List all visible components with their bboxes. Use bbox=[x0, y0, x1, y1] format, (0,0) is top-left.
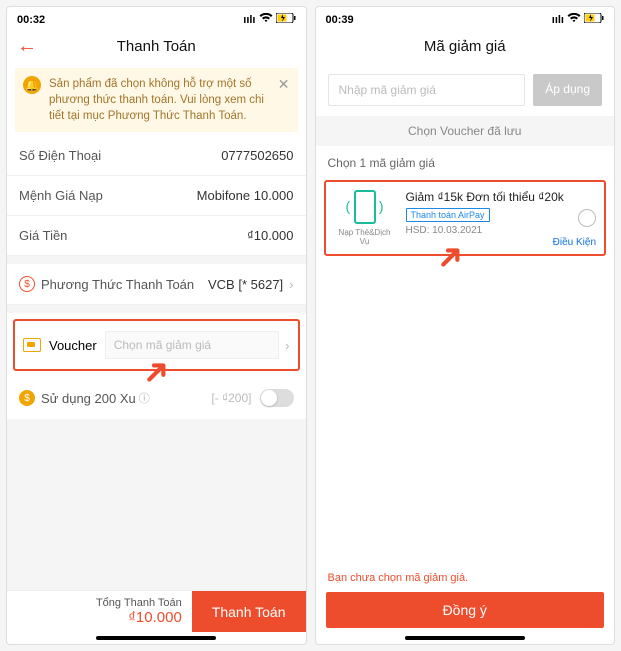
agree-button[interactable]: Đồng ý bbox=[326, 592, 605, 628]
code-input[interactable]: Nhập mã giảm giá bbox=[328, 74, 526, 106]
terms-link[interactable]: Điều Kiện bbox=[553, 237, 596, 248]
price-label: Giá Tiền bbox=[19, 228, 67, 243]
status-icons: ıılı bbox=[552, 13, 604, 26]
voucher-row[interactable]: Voucher Chọn mã giảm giá › bbox=[13, 319, 300, 371]
voucher-input[interactable]: Chọn mã giảm giá bbox=[105, 331, 279, 359]
section-gap bbox=[7, 305, 306, 313]
pay-button[interactable]: Thanh Toán bbox=[192, 591, 306, 632]
total-section: Tổng Thanh Toán ₫10.000 bbox=[7, 591, 192, 632]
not-chosen-text: Bạn chưa chọn mã giảm giá. bbox=[316, 566, 615, 586]
phone-label: Số Điện Thoại bbox=[19, 148, 101, 163]
denomination-row: Mệnh Giá Nạp Mobifone 10.000 bbox=[7, 176, 306, 216]
denom-value: Mobifone 10.000 bbox=[197, 188, 294, 203]
price-value: ₫10.000 bbox=[247, 228, 293, 243]
payment-method-row[interactable]: $ Phương Thức Thanh Toán VCB [* 5627]› bbox=[7, 264, 306, 305]
xu-row: $ Sử dụng 200 Xu ⓘ [- ₫200] bbox=[7, 377, 306, 419]
code-entry-row: Nhập mã giảm giá Áp dụng bbox=[316, 64, 615, 116]
saved-voucher-divider: Chọn Voucher đã lưu bbox=[316, 116, 615, 146]
bell-icon: 🔔 bbox=[23, 76, 41, 94]
voucher-radio[interactable] bbox=[578, 209, 596, 227]
status-time: 00:39 bbox=[326, 14, 354, 26]
payment-screen: 00:32 ıılı ← Thanh Toán 🔔 Sản phẩm đã ch… bbox=[6, 6, 307, 645]
voucher-card-stub: Nạp Thẻ&Dịch Vụ bbox=[334, 190, 396, 246]
dollar-icon: $ bbox=[19, 276, 35, 292]
battery-icon bbox=[276, 13, 296, 26]
section-gap bbox=[7, 256, 306, 264]
voucher-icon bbox=[23, 338, 41, 352]
signal-icon: ıılı bbox=[552, 14, 564, 26]
header: Mã giảm giá bbox=[316, 28, 615, 64]
voucher-card-body: Giảm ₫15k Đơn tối thiểu ₫20k Thanh toán … bbox=[406, 190, 569, 236]
expiry-text: HSD: 10.03.2021 bbox=[406, 225, 569, 236]
voucher-label: Voucher bbox=[49, 338, 97, 353]
phone-value: 0777502650 bbox=[221, 148, 293, 163]
home-indicator bbox=[405, 636, 525, 640]
stub-caption: Nạp Thẻ&Dịch Vụ bbox=[334, 228, 396, 246]
pay-method-value: VCB [* 5627]› bbox=[208, 277, 294, 292]
header: ← Thanh Toán bbox=[7, 28, 306, 64]
empty-area bbox=[7, 419, 306, 590]
battery-icon bbox=[584, 13, 604, 26]
denom-label: Mệnh Giá Nạp bbox=[19, 188, 103, 203]
voucher-card[interactable]: Nạp Thẻ&Dịch Vụ Giảm ₫15k Đơn tối thiểu … bbox=[324, 180, 607, 256]
xu-label: Sử dụng 200 Xu bbox=[41, 391, 136, 406]
status-icons: ıılı bbox=[243, 13, 295, 26]
status-bar: 00:32 ıılı bbox=[7, 7, 306, 28]
payment-alert: 🔔 Sản phẩm đã chọn không hỗ trợ một số p… bbox=[15, 68, 298, 132]
xu-toggle[interactable] bbox=[260, 389, 294, 407]
chevron-right-icon: › bbox=[285, 338, 289, 353]
info-icon[interactable]: ⓘ bbox=[139, 390, 150, 406]
choose-one-label: Chọn 1 mã giảm giá bbox=[316, 146, 615, 176]
signal-icon: ıılı bbox=[243, 14, 255, 26]
wifi-icon bbox=[259, 13, 273, 26]
wifi-icon bbox=[567, 13, 581, 26]
bottom-bar: Tổng Thanh Toán ₫10.000 Thanh Toán bbox=[7, 590, 306, 632]
pay-method-badge: Thanh toán AirPay bbox=[406, 208, 490, 222]
phone-row: Số Điện Thoại 0777502650 bbox=[7, 136, 306, 176]
voucher-screen: 00:39 ıılı Mã giảm giá Nhập mã giảm giá … bbox=[315, 6, 616, 645]
price-row: Giá Tiền ₫10.000 bbox=[7, 216, 306, 256]
back-icon[interactable]: ← bbox=[17, 35, 37, 58]
total-label: Tổng Thanh Toán bbox=[17, 597, 182, 609]
xu-amount: [- ₫200] bbox=[211, 391, 251, 405]
voucher-title: Giảm ₫15k Đơn tối thiểu ₫20k bbox=[406, 190, 569, 204]
page-title: Thanh Toán bbox=[117, 38, 196, 55]
coin-icon: $ bbox=[19, 390, 35, 406]
total-value: ₫10.000 bbox=[17, 609, 182, 626]
alert-text: Sản phẩm đã chọn không hỗ trợ một số phư… bbox=[49, 76, 270, 124]
pay-method-label: $ Phương Thức Thanh Toán bbox=[19, 276, 194, 292]
close-icon[interactable]: ✕ bbox=[278, 76, 290, 93]
page-title: Mã giảm giá bbox=[424, 38, 506, 55]
chevron-right-icon: › bbox=[289, 277, 293, 292]
status-time: 00:32 bbox=[17, 14, 45, 26]
status-bar: 00:39 ıılı bbox=[316, 7, 615, 28]
phone-service-icon bbox=[354, 190, 376, 224]
apply-button[interactable]: Áp dụng bbox=[533, 74, 602, 106]
home-indicator bbox=[96, 636, 216, 640]
empty-area bbox=[316, 260, 615, 566]
